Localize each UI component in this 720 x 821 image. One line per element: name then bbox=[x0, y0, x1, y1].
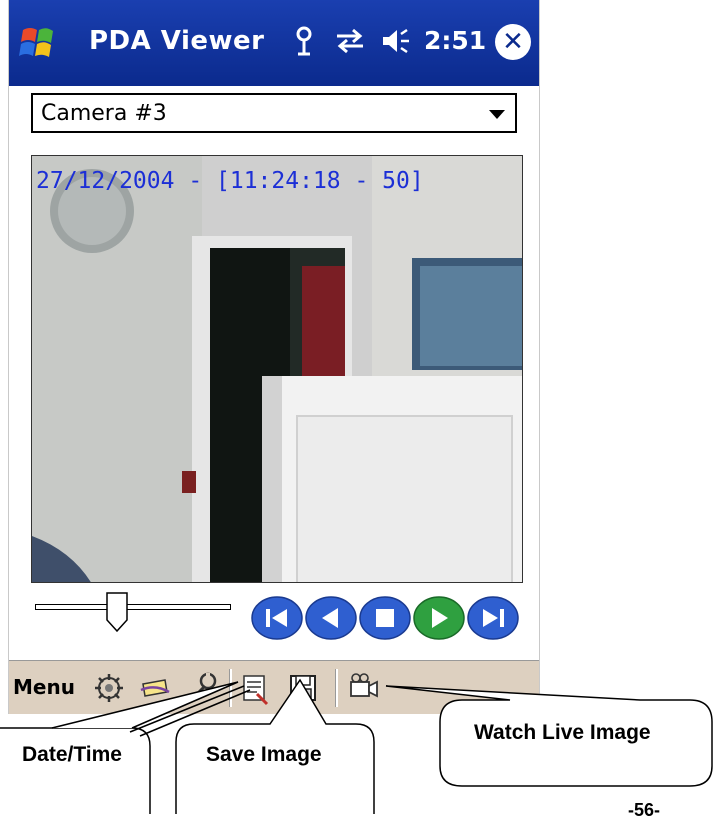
skip-to-start-icon bbox=[266, 609, 270, 627]
camera-select-value: Camera #3 bbox=[41, 101, 167, 126]
callout-date-time-label: Date/Time bbox=[22, 743, 122, 766]
close-icon: ✕ bbox=[502, 27, 524, 57]
speaker-icon[interactable] bbox=[379, 24, 413, 58]
connectivity-icon[interactable] bbox=[287, 24, 321, 58]
page-number: -56- bbox=[628, 800, 661, 820]
playback-slider-track[interactable] bbox=[35, 604, 231, 610]
sync-arrows-icon[interactable] bbox=[333, 24, 367, 58]
video-timestamp: 27/12/2004 - [11:24:18 - 50] bbox=[36, 168, 424, 194]
pda-screen: PDA Viewer 2:51 ✕ Camera #3 27/12/2004 -… bbox=[8, 0, 540, 714]
video-frame: 27/12/2004 - [11:24:18 - 50] bbox=[31, 155, 523, 583]
close-button[interactable]: ✕ bbox=[495, 24, 531, 60]
skip-to-end-icon bbox=[500, 609, 504, 627]
camera-select[interactable]: Camera #3 bbox=[31, 93, 517, 133]
callout-watch-live-label: Watch Live Image bbox=[474, 721, 651, 744]
last-frame-button[interactable] bbox=[467, 596, 519, 640]
previous-button[interactable] bbox=[305, 596, 357, 640]
stop-button[interactable] bbox=[359, 596, 411, 640]
first-frame-button[interactable] bbox=[251, 596, 303, 640]
play-button[interactable] bbox=[413, 596, 465, 640]
title-bar: PDA Viewer 2:51 ✕ bbox=[9, 0, 539, 86]
windows-start-icon[interactable] bbox=[15, 18, 65, 68]
callout-save-image-label: Save Image bbox=[206, 743, 322, 766]
app-title: PDA Viewer bbox=[89, 26, 265, 56]
dropdown-arrow-icon bbox=[489, 110, 505, 119]
stop-icon bbox=[376, 609, 394, 627]
camera-image bbox=[32, 156, 522, 582]
clock[interactable]: 2:51 bbox=[424, 26, 486, 55]
playback-slider-thumb[interactable] bbox=[106, 592, 129, 632]
